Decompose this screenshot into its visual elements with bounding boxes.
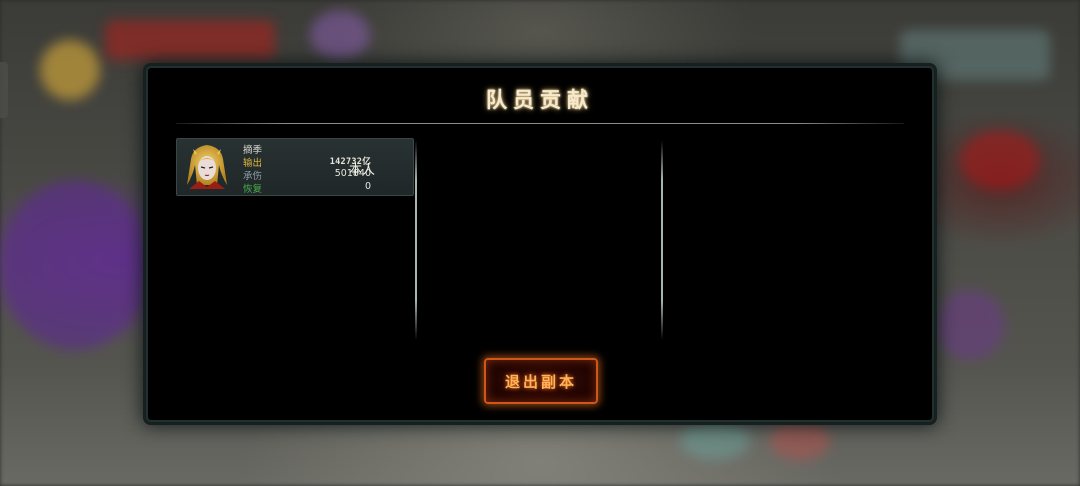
stat-value-heal: 0	[364, 181, 371, 192]
background-skill-button-2	[680, 420, 750, 460]
background-health-bar	[105, 20, 275, 60]
side-edge-tab	[0, 62, 8, 118]
background-enemy-marker	[960, 130, 1040, 190]
exit-dungeon-label: 退出副本	[504, 373, 577, 391]
column-divider	[415, 140, 417, 340]
member-name: 摘季	[243, 145, 263, 156]
stat-heal-row: 恢复 0	[243, 181, 371, 195]
stat-output-row: 输出 142732亿	[243, 155, 371, 169]
background-emblem	[310, 10, 370, 60]
background-skill-button	[935, 290, 1005, 360]
stat-label-output: 输出	[243, 158, 263, 169]
character-portrait-icon	[187, 145, 227, 189]
stat-label-heal: 恢复	[243, 184, 263, 195]
background-player-portrait	[40, 40, 100, 100]
dialog-title: 队员贡献	[486, 87, 594, 112]
stat-damage-taken-row: 承伤 501840	[243, 168, 371, 182]
team-contribution-dialog: 队员贡献 摘季 输出 142732亿 承伤 501840 恢复 0 本人 退出副…	[148, 68, 932, 420]
background-purple-effect	[0, 180, 150, 350]
member-card: 摘季 输出 142732亿 承伤 501840 恢复 0 本人	[176, 138, 414, 196]
game-scene: 队员贡献 摘季 输出 142732亿 承伤 501840 恢复 0 本人 退出副…	[0, 0, 1080, 486]
title-divider	[176, 123, 904, 124]
background-skill-button-3	[770, 420, 830, 460]
stat-label-damage-taken: 承伤	[243, 171, 263, 182]
column-divider	[661, 140, 663, 340]
self-tag: 本人	[349, 163, 376, 178]
exit-dungeon-button[interactable]: 退出副本	[484, 358, 598, 404]
